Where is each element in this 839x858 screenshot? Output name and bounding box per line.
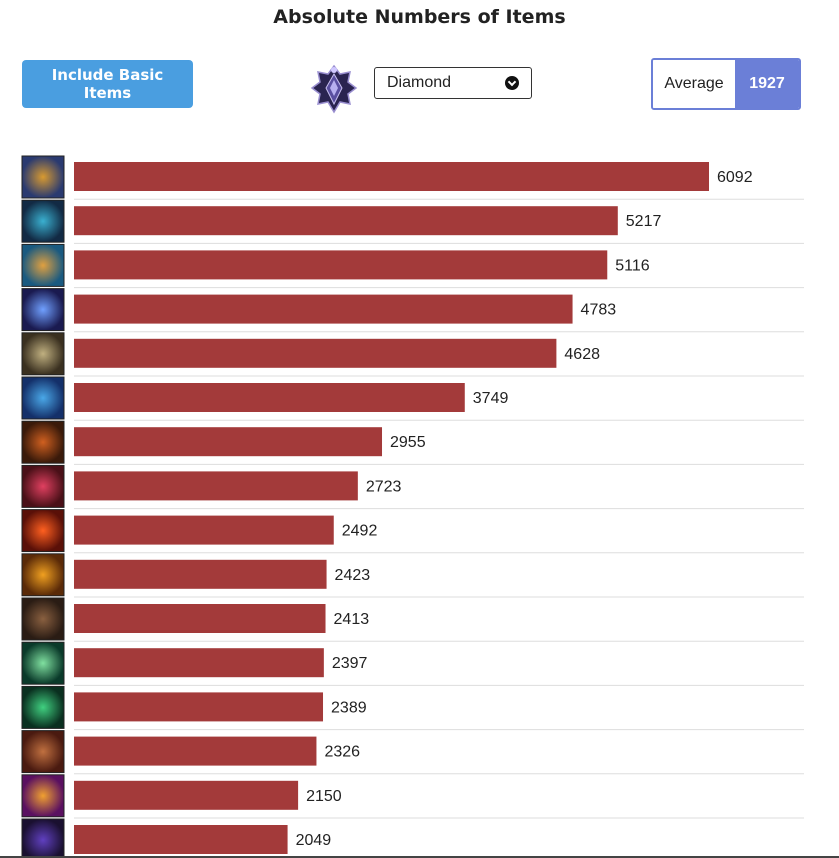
- bar: [74, 559, 327, 589]
- bar-value-label: 2326: [324, 744, 360, 761]
- item-icon-4: [21, 288, 65, 332]
- item-icon-3: [21, 243, 65, 287]
- bar: [74, 206, 618, 236]
- item-icon-8: [21, 464, 65, 508]
- bar-value-label: 2423: [335, 567, 371, 584]
- bar-value-label: 4628: [564, 346, 600, 363]
- bar-value-label: 2049: [296, 832, 332, 849]
- bar: [74, 338, 557, 368]
- bar-value-label: 2397: [332, 655, 368, 672]
- bar: [74, 515, 334, 545]
- item-icon-1: [21, 155, 65, 199]
- item-icon-15: [21, 774, 65, 818]
- item-icon-11: [21, 597, 65, 641]
- bar-value-label: 3749: [473, 390, 509, 407]
- bar: [74, 162, 709, 191]
- bar-value-label: 2723: [366, 478, 402, 495]
- item-icon-9: [21, 509, 65, 553]
- item-icon-16: [21, 818, 65, 858]
- bar: [74, 780, 299, 810]
- item-icon-13: [21, 685, 65, 729]
- bar-value-label: 5116: [615, 257, 650, 274]
- bar: [74, 648, 324, 678]
- item-icon-7: [21, 420, 65, 464]
- bar: [74, 604, 326, 633]
- item-icon-5: [21, 332, 65, 376]
- bar-value-label: 2955: [390, 434, 426, 451]
- bar-value-label: 4783: [581, 302, 617, 319]
- bar-value-label: 2389: [331, 699, 367, 716]
- bar-value-label: 2492: [342, 523, 378, 540]
- bar: [74, 427, 383, 457]
- bar-value-label: 6092: [717, 169, 753, 186]
- item-icon-12: [21, 641, 65, 685]
- bar-value-label: 2413: [334, 611, 370, 628]
- item-icon-10: [21, 553, 65, 597]
- bar: [74, 825, 288, 854]
- bar: [74, 250, 608, 280]
- bar-chart: 6092 5217 5116 4783 4628 3749 2955 2723 2492 2423…: [21, 155, 804, 858]
- bar: [74, 692, 324, 722]
- bar-value-label: 2150: [306, 788, 342, 805]
- bar: [74, 736, 317, 766]
- bar: [74, 383, 465, 412]
- bar: [74, 294, 573, 324]
- item-icon-6: [21, 376, 65, 420]
- item-icon-14: [21, 730, 65, 774]
- bar: [74, 471, 358, 501]
- item-icon-2: [21, 199, 65, 243]
- bar-value-label: 5217: [626, 213, 662, 230]
